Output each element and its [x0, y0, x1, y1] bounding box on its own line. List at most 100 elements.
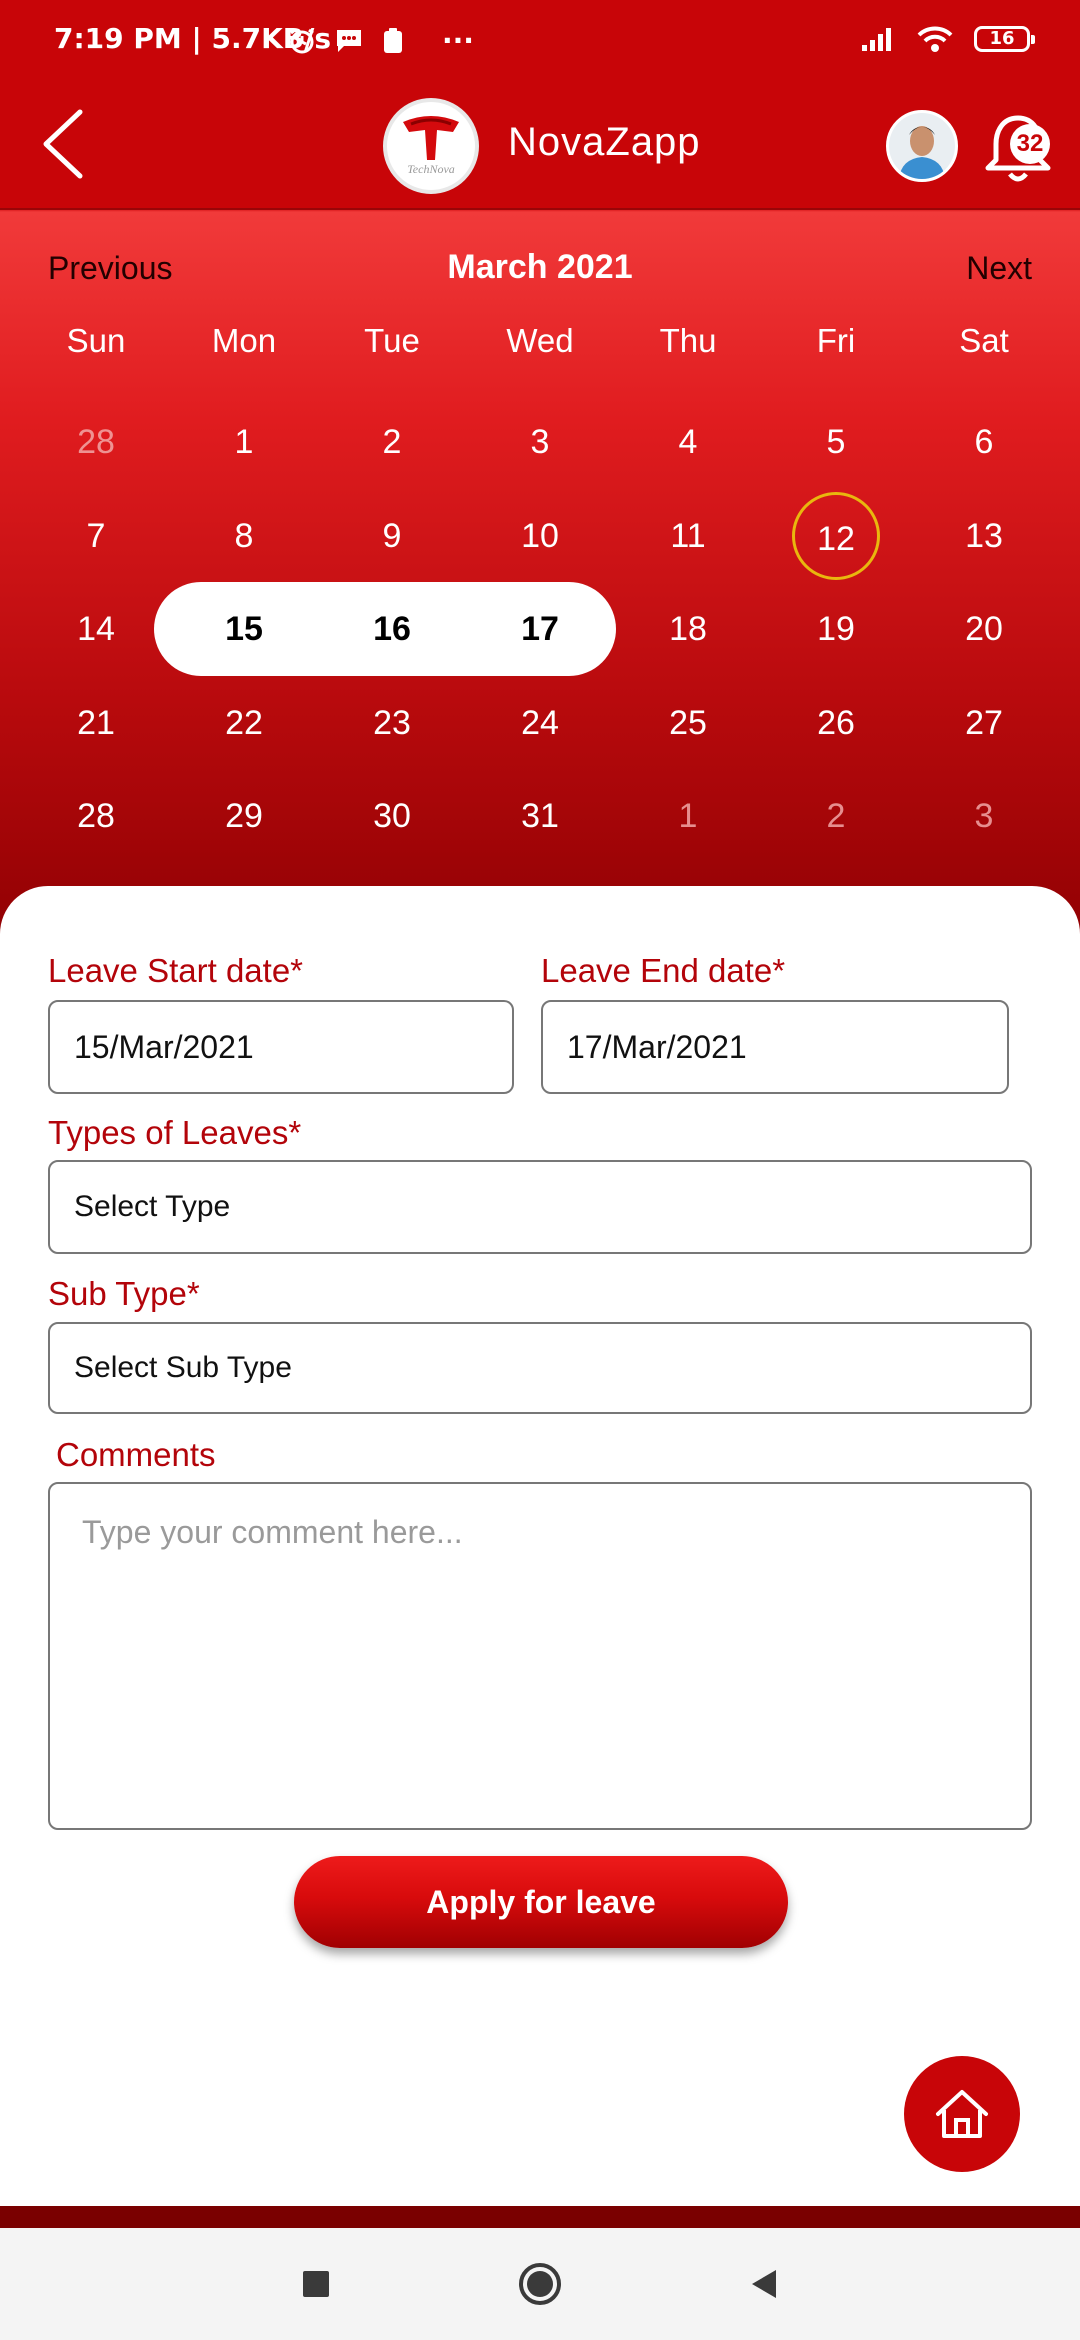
calendar-day-number: 28 [77, 797, 115, 835]
calendar-day-number: 3 [530, 423, 550, 461]
clipboard-icon [384, 27, 402, 53]
status-notification-icons: ··· [288, 24, 474, 57]
calendar-day-number: 14 [77, 610, 115, 648]
calendar-day[interactable]: 29 [170, 770, 318, 864]
calendar-day[interactable]: 3 [466, 396, 614, 490]
calendar-day-number: 27 [965, 703, 1003, 742]
calendar-day-number: 4 [678, 423, 698, 461]
calendar-day-number: 21 [77, 703, 115, 742]
comments-label: Comments [56, 1436, 216, 1473]
calendar-day[interactable]: 24 [466, 677, 614, 771]
comments-textarea[interactable] [48, 1482, 1032, 1830]
app-title: NovaZapp [508, 120, 701, 164]
calendar-day-number: 22 [225, 703, 263, 742]
recents-square-icon[interactable] [290, 2258, 342, 2310]
calendar-day-today[interactable]: 12 [762, 490, 910, 584]
app-bar: TechNova NovaZapp 32 [0, 84, 1080, 208]
bottom-strip [0, 2206, 1080, 2228]
home-icon [936, 2090, 988, 2138]
calendar-day[interactable]: 31 [466, 770, 614, 864]
weekday-label: Fri [816, 322, 856, 359]
calendar-week-row: 7 8 9 10 11 12 13 [22, 490, 1058, 584]
end-date-field[interactable]: 17/Mar/2021 [541, 1000, 1009, 1094]
leave-type-label: Types of Leaves* [48, 1114, 302, 1151]
calendar-day[interactable]: 2 [318, 396, 466, 490]
calendar-day[interactable]: 20 [910, 583, 1058, 677]
calendar-day-number: 8 [234, 516, 254, 555]
calendar-day-number: 25 [669, 703, 707, 742]
calendar-month-title: March 2021 [447, 248, 633, 286]
message-icon [337, 29, 361, 52]
calendar-day-number: 16 [373, 610, 411, 648]
calendar-day-number: 15 [225, 610, 263, 648]
calendar-day[interactable]: 27 [910, 677, 1058, 771]
calendar-header: Previous March 2021 Next [0, 240, 1080, 300]
sub-type-select[interactable]: Select Sub Type [48, 1322, 1032, 1414]
calendar-day[interactable]: 13 [910, 490, 1058, 584]
leave-type-select[interactable]: Select Type [48, 1160, 1032, 1254]
home-circle-icon[interactable] [514, 2258, 566, 2310]
calendar-day[interactable]: 11 [614, 490, 762, 584]
home-button[interactable] [904, 2056, 1020, 2172]
calendar-day-number: 13 [965, 516, 1003, 555]
calendar-day-number: 18 [669, 610, 707, 648]
start-date-field[interactable]: 15/Mar/2021 [48, 1000, 514, 1094]
weekday-label: Mon [211, 322, 277, 359]
back-arrow-icon[interactable] [36, 104, 96, 184]
calendar-day-number: 30 [373, 797, 411, 835]
calendar-day-number: 12 [792, 491, 880, 580]
start-date-label: Leave Start date* [48, 952, 304, 989]
calendar-day[interactable]: 21 [22, 677, 170, 771]
back-triangle-icon[interactable] [738, 2258, 790, 2310]
calendar-day[interactable]: 8 [170, 490, 318, 584]
calendar-day[interactable]: 10 [466, 490, 614, 584]
calendar-day[interactable]: 19 [762, 583, 910, 677]
calendar-day[interactable]: 25 [614, 677, 762, 771]
calendar-day[interactable]: 7 [22, 490, 170, 584]
calendar-day-number: 29 [225, 797, 263, 835]
sub-type-label: Sub Type* [48, 1275, 200, 1312]
wifi-icon [917, 26, 953, 52]
calendar-day-selected[interactable]: 15 [170, 583, 318, 677]
calendar-day[interactable]: 9 [318, 490, 466, 584]
avatar[interactable] [886, 110, 958, 182]
calendar-day[interactable]: 23 [318, 677, 466, 771]
calendar-day-number: 24 [521, 703, 559, 742]
calendar-day[interactable]: 4 [614, 396, 762, 490]
calendar-day[interactable]: 3 [910, 770, 1058, 864]
user-photo-icon [889, 113, 955, 179]
calendar-day[interactable]: 6 [910, 396, 1058, 490]
next-month-button[interactable]: Next [966, 250, 1032, 287]
weekday-label: Tue [364, 322, 420, 359]
more-dots: ··· [442, 24, 474, 57]
calendar-day[interactable]: 28 [22, 396, 170, 490]
calendar-weeks: 28 1 2 3 4 5 6 7 8 9 10 11 12 13 14 15 16 17 18 19 20 21 22 23 2… [22, 396, 1058, 864]
calendar-day[interactable]: 2 [762, 770, 910, 864]
calendar-day-number: 9 [382, 516, 402, 555]
calendar-day-number: 1 [678, 797, 698, 835]
calendar-day-selected[interactable]: 16 [318, 583, 466, 677]
calendar-day-number: 1 [234, 423, 254, 461]
weekday-row: Sun Mon Tue Wed Thu Fri Sat [0, 322, 1080, 372]
calendar-day[interactable]: 5 [762, 396, 910, 490]
calendar-day[interactable]: 22 [170, 677, 318, 771]
divider [0, 208, 1080, 210]
calendar-day[interactable]: 30 [318, 770, 466, 864]
calendar-day[interactable]: 1 [614, 770, 762, 864]
calendar-day[interactable]: 28 [22, 770, 170, 864]
status-bar: 7:19 PM | 5.7KB/s ··· 16 [0, 0, 1080, 84]
alarm-icon [290, 28, 314, 53]
weekday-label: Sat [959, 322, 1009, 359]
end-date-label: Leave End date* [541, 952, 786, 989]
calendar-day[interactable]: 1 [170, 396, 318, 490]
calendar-day-number: 2 [826, 797, 846, 835]
calendar-day-number: 19 [817, 610, 855, 648]
calendar-day[interactable]: 26 [762, 677, 910, 771]
calendar-day[interactable]: 14 [22, 583, 170, 677]
calendar-day-number: 31 [521, 797, 559, 835]
status-system-icons: 16 [860, 24, 1035, 54]
calendar-day-selected[interactable]: 17 [466, 583, 614, 677]
apply-for-leave-button[interactable]: Apply for leave [294, 1856, 788, 1948]
calendar-day-number: 5 [826, 423, 846, 461]
calendar-day[interactable]: 18 [614, 583, 762, 677]
